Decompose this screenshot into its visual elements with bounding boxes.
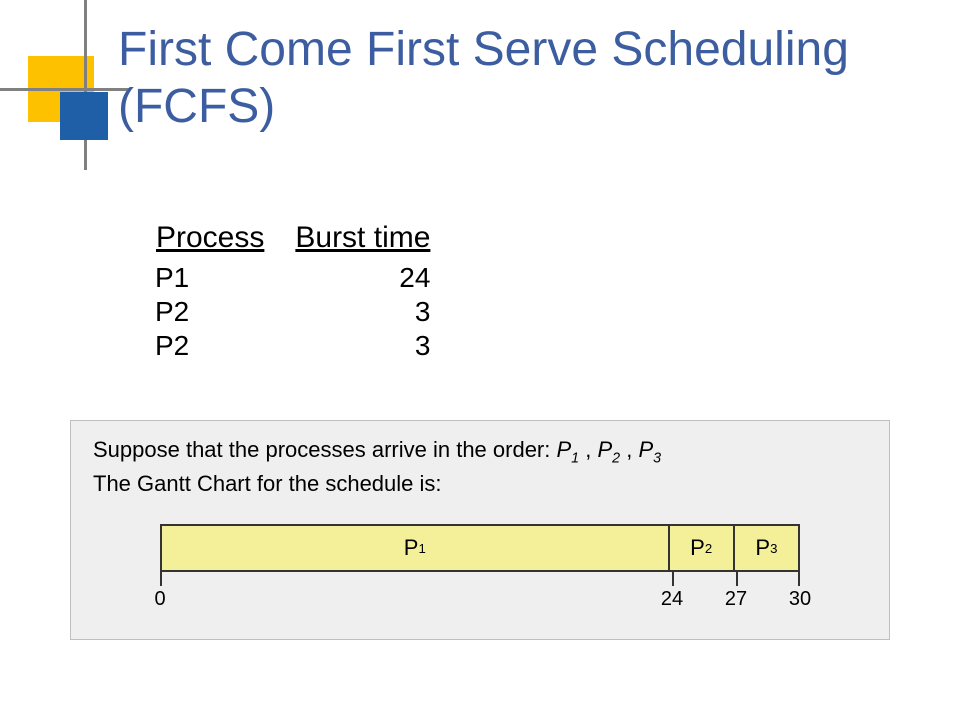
process-ref-p3: P3 <box>638 437 661 462</box>
gantt-axis: 0 24 27 30 <box>160 572 800 617</box>
tick-mark-icon <box>672 572 674 586</box>
gray-horizontal-line-icon <box>0 88 130 91</box>
process-ref-p2: P2 <box>597 437 620 462</box>
cell-process: P2 <box>155 295 294 329</box>
col-header-burst: Burst time <box>294 220 460 261</box>
gantt-caption: Suppose that the processes arrive in the… <box>93 435 867 498</box>
col-header-process: Process <box>155 220 294 261</box>
table-header-row: Process Burst time <box>155 220 460 261</box>
process-ref-p1: P1 <box>556 437 579 462</box>
slide-header: First Come First Serve Scheduling (FCFS) <box>0 0 960 180</box>
tick-label: 0 <box>154 588 165 611</box>
table-row: P2 3 <box>155 329 460 363</box>
tick-mark-icon <box>160 572 162 586</box>
tick-label: 30 <box>789 588 811 611</box>
gantt-segment-p1: P1 <box>162 526 668 570</box>
gray-vertical-line-icon <box>84 0 87 170</box>
gantt-caption-line1: Suppose that the processes arrive in the… <box>93 437 556 462</box>
page-title: First Come First Serve Scheduling (FCFS) <box>118 22 920 135</box>
gantt-panel: Suppose that the processes arrive in the… <box>70 420 890 640</box>
cell-process: P2 <box>155 329 294 363</box>
cell-process: P1 <box>155 261 294 295</box>
tick-mark-icon <box>736 572 738 586</box>
tick-label: 27 <box>725 588 747 611</box>
cell-burst: 3 <box>294 295 460 329</box>
tick-label: 24 <box>661 588 683 611</box>
process-table-section: Process Burst time P1 24 P2 3 P2 3 <box>155 220 920 363</box>
cell-burst: 24 <box>294 261 460 295</box>
blue-square-icon <box>60 92 108 140</box>
table-row: P2 3 <box>155 295 460 329</box>
process-burst-table: Process Burst time P1 24 P2 3 P2 3 <box>155 220 460 363</box>
tick-mark-icon <box>798 572 800 586</box>
table-row: P1 24 <box>155 261 460 295</box>
gantt-segment-p3: P3 <box>733 526 798 570</box>
gantt-segment-p2: P2 <box>668 526 733 570</box>
gantt-caption-line2: The Gantt Chart for the schedule is: <box>93 471 442 496</box>
cell-burst: 3 <box>294 329 460 363</box>
gantt-bar: P1 P2 P3 <box>160 524 800 572</box>
gantt-chart: P1 P2 P3 0 24 27 30 <box>160 524 800 617</box>
